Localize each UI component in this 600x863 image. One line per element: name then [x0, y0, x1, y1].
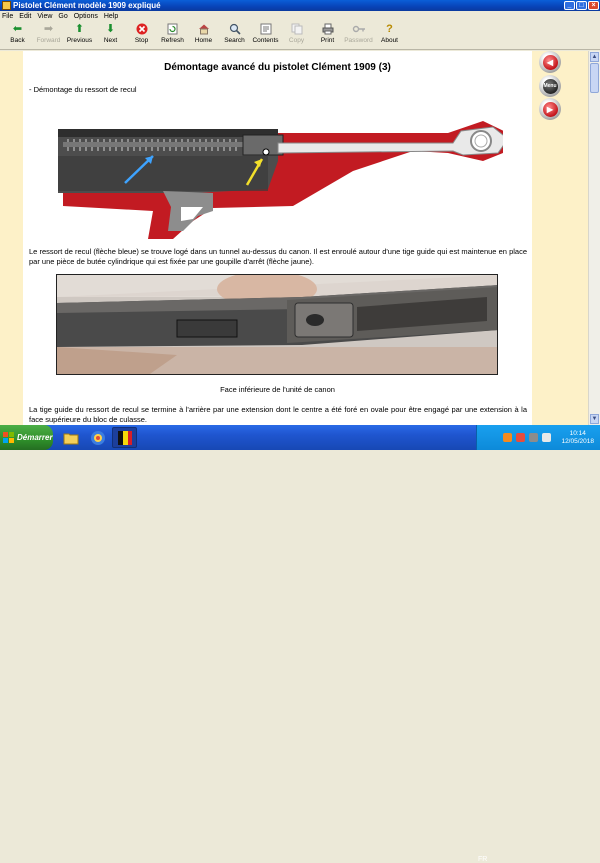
- security-icon[interactable]: [516, 433, 525, 442]
- nav-menu-button[interactable]: Menu: [539, 75, 561, 97]
- windows-logo-icon: [3, 432, 14, 443]
- maximize-button[interactable]: □: [576, 1, 587, 10]
- toolbar: ⬅ Back ➡ Forward ⬆ Previous ⬇ Next Stop …: [0, 22, 600, 50]
- start-button[interactable]: Démarrer: [0, 425, 53, 450]
- copy-button[interactable]: Copy: [281, 22, 312, 50]
- vertical-scrollbar[interactable]: ▲ ▼: [588, 51, 600, 425]
- task-explorer[interactable]: [58, 427, 83, 448]
- folder-icon: [63, 433, 78, 444]
- search-icon: [228, 23, 242, 35]
- forward-button[interactable]: ➡ Forward: [33, 22, 64, 50]
- stop-icon: [135, 23, 149, 35]
- content-frame: Démontage avancé du pistolet Clément 190…: [0, 51, 600, 425]
- menu-help[interactable]: Help: [104, 13, 118, 20]
- barrel-unit-photo: [56, 274, 498, 375]
- start-label: Démarrer: [17, 433, 53, 442]
- menu-bar: File Edit View Go Options Help: [0, 11, 600, 22]
- app-icon: [2, 1, 11, 10]
- key-icon: [352, 23, 366, 35]
- next-button[interactable]: ⬇ Next: [95, 22, 126, 50]
- nav-previous-button[interactable]: ◀: [539, 51, 561, 73]
- arrow-right-icon: ➡: [43, 23, 54, 35]
- close-button[interactable]: ×: [588, 1, 599, 10]
- title-bar: Pistolet Clément modèle 1909 expliqué _ …: [0, 0, 600, 11]
- search-button[interactable]: Search: [219, 22, 250, 50]
- scroll-up-arrow[interactable]: ▲: [590, 52, 599, 62]
- clock-date: 12/05/2018: [561, 437, 594, 445]
- clock-time: 10:14: [569, 429, 586, 437]
- language-indicator[interactable]: FR: [478, 856, 487, 863]
- menu-go[interactable]: Go: [58, 13, 67, 20]
- refresh-icon: [166, 23, 180, 35]
- system-tray: 10:14 12/05/2018: [476, 425, 600, 450]
- home-button[interactable]: Home: [188, 22, 219, 50]
- clock[interactable]: 10:14 12/05/2018: [561, 430, 594, 446]
- display-icon[interactable]: [529, 433, 538, 442]
- about-icon: ?: [386, 23, 393, 35]
- stop-button[interactable]: Stop: [126, 22, 157, 50]
- print-button[interactable]: Print: [312, 22, 343, 50]
- arrow-right-icon: ▶: [542, 101, 558, 117]
- menu-label: Menu: [542, 78, 558, 94]
- photo-caption: Face inférieure de l'unité de canon: [220, 385, 335, 394]
- paragraph-recoil-spring: Le ressort de recul (flèche bleue) se tr…: [29, 247, 527, 266]
- password-button[interactable]: Password: [343, 22, 374, 50]
- previous-button[interactable]: ⬆ Previous: [64, 22, 95, 50]
- copy-icon: [290, 23, 304, 35]
- minimize-button[interactable]: _: [564, 1, 575, 10]
- menu-view[interactable]: View: [37, 13, 52, 20]
- nav-next-button[interactable]: ▶: [539, 98, 561, 120]
- refresh-button[interactable]: Refresh: [157, 22, 188, 50]
- arrow-left-icon: ◀: [542, 54, 558, 70]
- help-book-icon: [117, 430, 132, 445]
- scrollbar-thumb[interactable]: [590, 63, 599, 93]
- menu-options[interactable]: Options: [74, 13, 98, 20]
- paragraph-guide-rod: La tige guide du ressort de recul se ter…: [29, 405, 527, 424]
- print-icon: [321, 23, 335, 35]
- taskbar: Démarrer FR 10:14 12/05/2018: [0, 425, 600, 863]
- arrow-down-icon: ⬇: [105, 23, 116, 35]
- left-margin: [0, 51, 23, 425]
- network-icon[interactable]: [503, 433, 512, 442]
- arrow-left-icon: ⬅: [12, 23, 23, 35]
- arrow-up-icon: ⬆: [74, 23, 85, 35]
- page-title: Démontage avancé du pistolet Clément 190…: [164, 62, 391, 73]
- about-button[interactable]: ? About: [374, 22, 405, 50]
- contents-icon: [259, 23, 273, 35]
- taskbar-apps: [58, 427, 139, 448]
- task-help-viewer[interactable]: [112, 427, 137, 448]
- home-icon: [197, 23, 211, 35]
- document-page[interactable]: Démontage avancé du pistolet Clément 190…: [23, 51, 532, 425]
- scroll-down-arrow[interactable]: ▼: [590, 414, 599, 424]
- contents-button[interactable]: Contents: [250, 22, 281, 50]
- recoil-spring-diagram: [58, 121, 503, 239]
- menu-file[interactable]: File: [2, 13, 13, 20]
- back-button[interactable]: ⬅ Back: [2, 22, 33, 50]
- menu-edit[interactable]: Edit: [19, 13, 31, 20]
- volume-icon[interactable]: [542, 433, 551, 442]
- window-title: Pistolet Clément modèle 1909 expliqué: [13, 1, 161, 10]
- task-browser[interactable]: [85, 427, 110, 448]
- browser-icon: [90, 430, 105, 445]
- section-heading: - Démontage du ressort de recul: [29, 85, 137, 94]
